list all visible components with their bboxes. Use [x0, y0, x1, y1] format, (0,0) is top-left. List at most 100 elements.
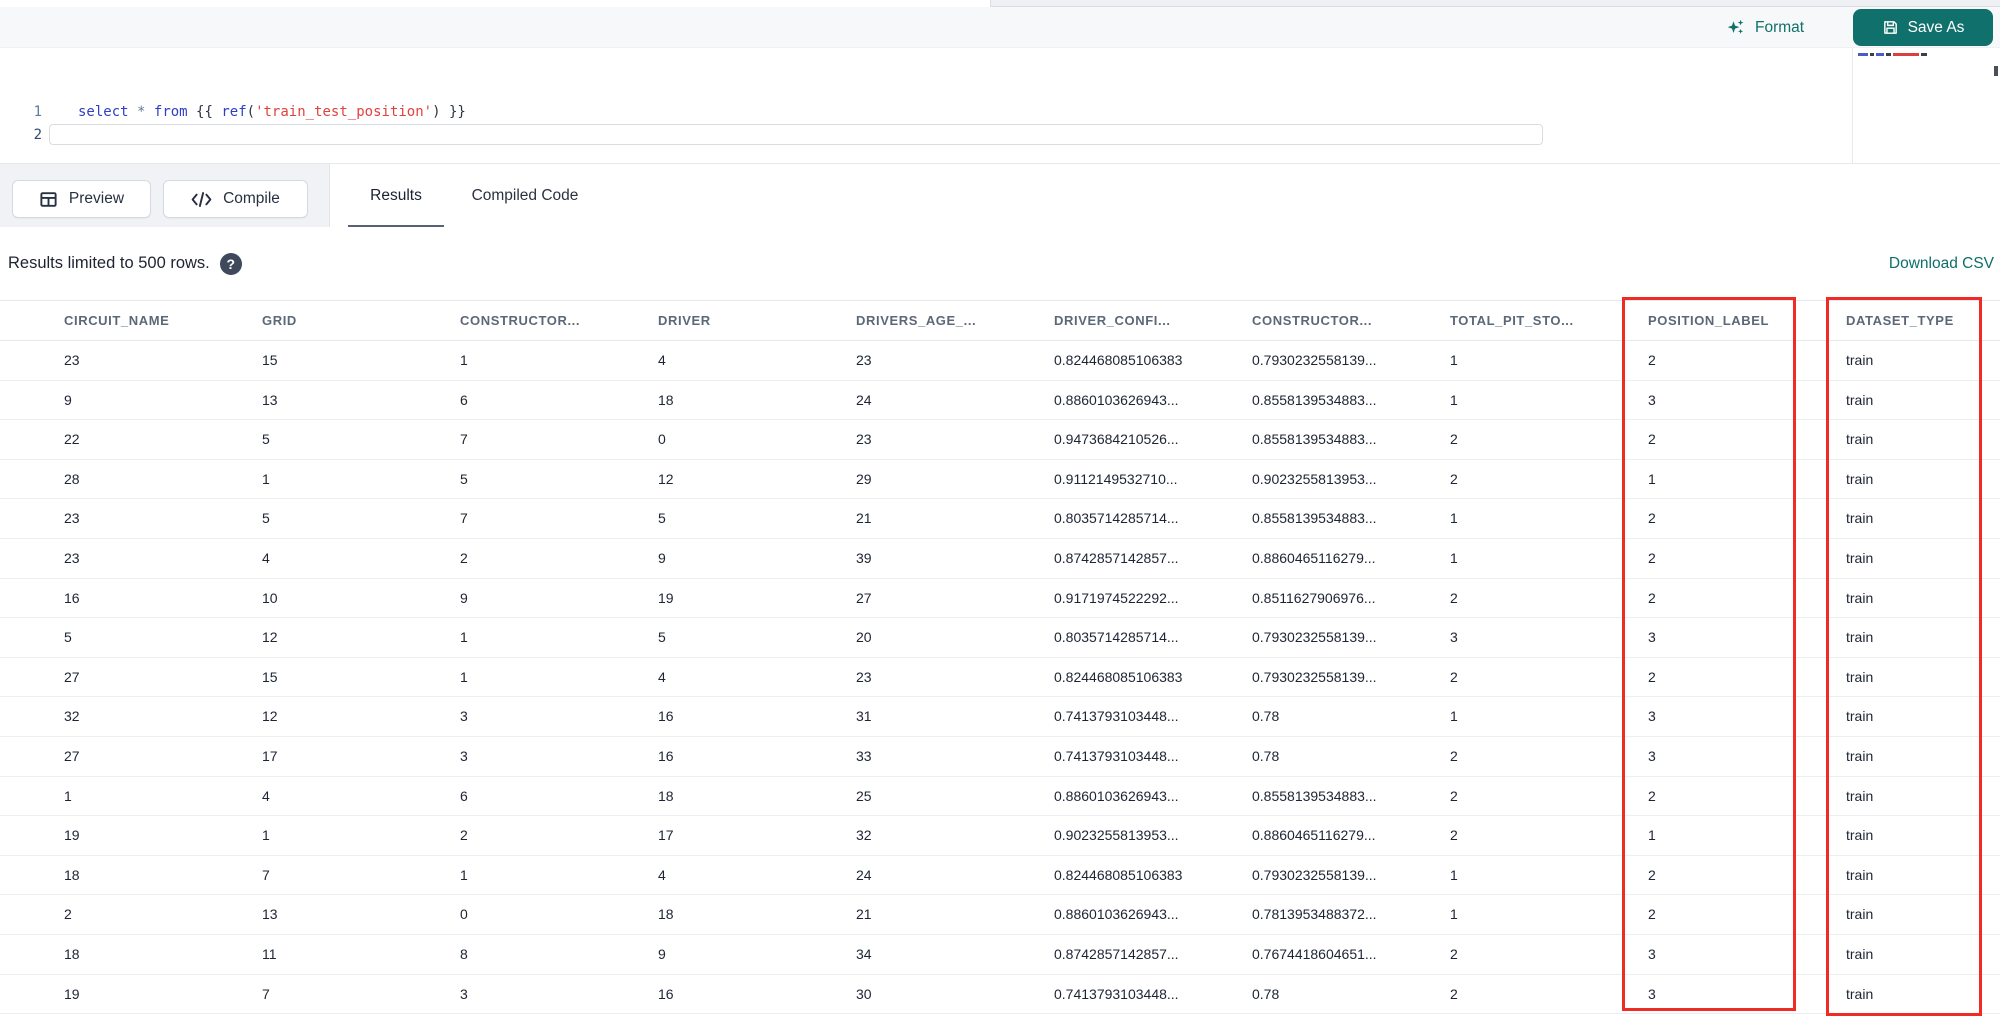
- table-cell: 27: [64, 747, 80, 764]
- table-cell: train: [1846, 827, 1874, 844]
- table-cell: 0.8035714285714...: [1054, 629, 1179, 646]
- table-row: 27 17 3 16 33 0.7413793103448... 0.78 2 3 train: [0, 737, 2000, 777]
- table-cell: 1: [460, 352, 468, 368]
- table-cell: 2: [1450, 431, 1458, 448]
- table-cell: 15: [262, 668, 278, 685]
- table-row: 18 11 8 9 34 0.8742857142857... 0.767441860465…: [0, 935, 2000, 975]
- table-cell: 30: [856, 985, 872, 1002]
- table-cell: 4: [262, 787, 270, 804]
- table-cell: 3: [1648, 747, 1656, 764]
- table-cell: 12: [262, 708, 278, 725]
- compile-button[interactable]: Compile: [163, 180, 308, 218]
- tab-results[interactable]: Results: [348, 164, 444, 228]
- table-cell: 9: [64, 391, 72, 408]
- table-cell: 32: [64, 708, 80, 725]
- table-cell: train: [1846, 985, 1874, 1002]
- table-cell: train: [1846, 629, 1874, 646]
- table-cell: 23: [64, 510, 80, 527]
- table-cell: 2: [460, 827, 468, 844]
- table-cell: 5: [658, 629, 666, 646]
- table-cell: 0.9473684210526...: [1054, 431, 1179, 448]
- table-cell: 0.9171974522292...: [1054, 589, 1179, 606]
- table-cell: 23: [64, 352, 80, 368]
- table-cell: 18: [658, 391, 674, 408]
- table-cell: 1: [64, 787, 72, 804]
- table-cell: 18: [658, 787, 674, 804]
- column-header: DATASET_TYPE: [1846, 313, 1954, 328]
- tab-compiled-code-label: Compiled Code: [471, 187, 579, 204]
- table-cell: 23: [64, 549, 80, 566]
- table-cell: 12: [262, 629, 278, 646]
- table-cell: 0.8860465116279...: [1252, 549, 1376, 566]
- column-header: GRID: [262, 313, 297, 328]
- results-info-bar: Results limited to 500 rows. ? Download …: [0, 227, 2000, 300]
- table-cell: 23: [856, 431, 872, 448]
- sql-code-editor[interactable]: 1 2 select * from {{ ref('train_test_pos…: [0, 48, 2000, 163]
- table-cell: 15: [262, 352, 278, 368]
- table-cell: 27: [856, 589, 872, 606]
- column-header: DRIVERS_AGE_...: [856, 313, 977, 328]
- table-cell: train: [1846, 747, 1874, 764]
- table-row: 16 10 9 19 27 0.9171974522292... 0.85116279069…: [0, 579, 2000, 619]
- table-cell: 2: [1450, 787, 1458, 804]
- table-row: 2 13 0 18 21 0.8860103626943... 0.781395348837…: [0, 895, 2000, 935]
- table-cell: 0.8558139534883...: [1252, 787, 1377, 804]
- table-cell: 25: [856, 787, 872, 804]
- table-cell: 1: [1648, 827, 1656, 844]
- results-table: CIRCUIT_NAME GRID CONSTRUCTOR... DRIVER DRIV…: [0, 300, 2000, 1015]
- table-cell: 31: [856, 708, 872, 725]
- table-cell: 28: [64, 470, 80, 487]
- table-cell: 5: [64, 629, 72, 646]
- table-cell: 0.78: [1252, 708, 1280, 725]
- table-cell: 3: [1450, 629, 1458, 646]
- table-cell: 3: [460, 985, 468, 1002]
- code-token-keyword: from: [153, 104, 188, 120]
- table-cell: 4: [658, 866, 666, 883]
- table-cell: 1: [262, 827, 270, 844]
- table-body: 23 15 1 4 23 0.824468085106383 0.7930232558139…: [0, 341, 2000, 1015]
- table-cell: 0.8558139534883...: [1252, 391, 1377, 408]
- table-cell: 0.9112149532710...: [1054, 470, 1178, 487]
- table-cell: 23: [856, 668, 872, 685]
- table-cell: 10: [262, 589, 278, 606]
- table-cell: 32: [856, 827, 872, 844]
- table-cell: 0.7413793103448...: [1054, 747, 1179, 764]
- help-icon[interactable]: ?: [219, 252, 242, 275]
- format-button[interactable]: Format: [1726, 14, 1804, 42]
- table-cell: 2: [1450, 668, 1458, 685]
- table-cell: train: [1846, 708, 1874, 725]
- table-cell: train: [1846, 866, 1874, 883]
- table-header-row: CIRCUIT_NAME GRID CONSTRUCTOR... DRIVER DRIV…: [0, 300, 2000, 341]
- table-cell: 16: [64, 589, 80, 606]
- table-cell: 1: [460, 866, 468, 883]
- column-header: TOTAL_PIT_STO...: [1450, 313, 1574, 328]
- table-cell: 0.824468085106383: [1054, 866, 1183, 883]
- table-cell: 1: [1450, 510, 1458, 527]
- table-cell: 16: [658, 747, 674, 764]
- save-as-button[interactable]: Save As: [1853, 9, 1993, 46]
- table-cell: train: [1846, 510, 1874, 527]
- table-cell: 0: [658, 431, 666, 448]
- editor-minimap[interactable]: [1852, 48, 1993, 163]
- table-cell: 17: [658, 827, 674, 844]
- tab-compiled-code[interactable]: Compiled Code: [458, 164, 592, 228]
- preview-button[interactable]: Preview: [12, 180, 151, 218]
- table-cell: train: [1846, 589, 1874, 606]
- table-row: 1 4 6 18 25 0.8860103626943... 0.8558139534883…: [0, 777, 2000, 817]
- table-cell: 16: [658, 985, 674, 1002]
- line-number-2: 2: [33, 127, 42, 143]
- table-row: 19 7 3 16 30 0.7413793103448... 0.78 2 3 train: [0, 975, 2000, 1015]
- table-cell: 2: [1450, 470, 1458, 487]
- download-csv-link[interactable]: Download CSV: [1889, 227, 1994, 300]
- line-number-1: 1: [33, 104, 42, 120]
- table-row: 18 7 1 4 24 0.824468085106383 0.7930232558139.…: [0, 856, 2000, 896]
- table-cell: 2: [1648, 906, 1656, 923]
- table-cell: 1: [1450, 549, 1458, 566]
- table-cell: 3: [1648, 391, 1656, 408]
- scrollbar-marker[interactable]: [1994, 66, 1998, 76]
- table-cell: 33: [856, 747, 872, 764]
- row-limit-text: Results limited to 500 rows.: [8, 254, 210, 272]
- table-cell: 3: [460, 747, 468, 764]
- table-cell: train: [1846, 352, 1874, 368]
